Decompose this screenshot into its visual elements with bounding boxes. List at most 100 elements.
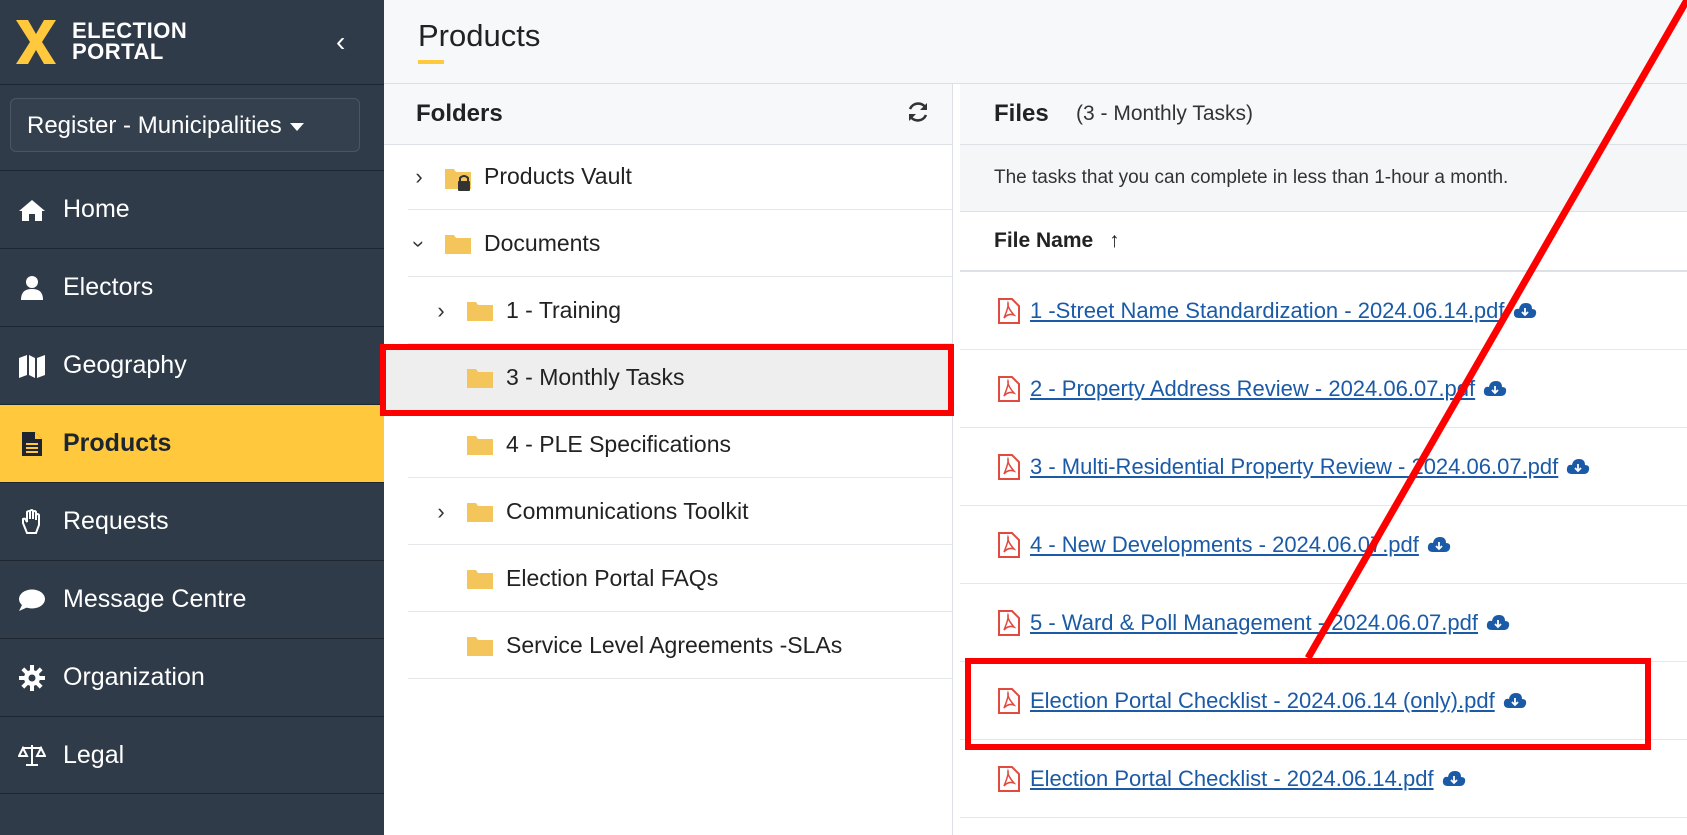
cloud-download-icon[interactable]	[1442, 770, 1466, 788]
brand-name: ELECTION PORTAL	[72, 18, 188, 64]
column-label: File Name	[994, 229, 1094, 252]
folder-item-communications-toolkit[interactable]: › Communications Toolkit	[408, 479, 952, 545]
cloud-download-icon[interactable]	[1486, 614, 1510, 632]
nav-label-geography: Geography	[63, 351, 187, 379]
nav-item-electors[interactable]: Electors	[0, 248, 384, 326]
app-window: ELECTION PORTAL ‹ Register - Municipalit…	[0, 0, 1687, 835]
hand-icon	[16, 508, 48, 536]
folder-icon	[444, 233, 472, 255]
file-link[interactable]: 3 - Multi-Residential Property Review - …	[1030, 454, 1558, 480]
file-link[interactable]: 1 -Street Name Standardization - 2024.06…	[1030, 298, 1505, 324]
folder-icon	[466, 501, 494, 523]
files-pane: Files (3 - Monthly Tasks) The tasks that…	[960, 84, 1687, 835]
chevron-right-icon[interactable]: ›	[408, 164, 430, 190]
pdf-icon	[998, 687, 1020, 714]
document-icon	[16, 430, 48, 458]
nav-label-message-centre: Message Centre	[63, 585, 247, 613]
folder-item-slas[interactable]: Service Level Agreements -SLAs	[408, 613, 952, 679]
files-subheading: (3 - Monthly Tasks)	[1076, 102, 1253, 125]
folder-label-products-vault: Products Vault	[484, 163, 632, 189]
folder-item-training[interactable]: › 1 - Training	[408, 278, 952, 344]
chevron-right-icon[interactable]: ›	[430, 298, 452, 324]
nav-item-message-centre[interactable]: Message Centre	[0, 560, 384, 638]
file-link[interactable]: 4 - New Developments - 2024.06.07.pdf	[1030, 532, 1419, 558]
title-underline	[418, 60, 444, 64]
file-row: 4 - New Developments - 2024.06.07.pdf	[960, 506, 1687, 584]
folder-item-products-vault[interactable]: › Products Vault	[408, 144, 952, 210]
chevron-down-icon[interactable]: ›	[406, 233, 432, 255]
folder-item-documents[interactable]: › Documents	[406, 211, 952, 277]
column-header-file-name[interactable]: File Name ↑	[960, 212, 1687, 272]
locked-folder-icon	[444, 166, 472, 191]
folder-label-documents: Documents	[484, 230, 601, 256]
file-row: Election Portal Checklist - 2024.06.14 (…	[960, 662, 1687, 740]
file-link[interactable]: Election Portal Checklist - 2024.06.14.p…	[1030, 766, 1434, 792]
home-icon	[16, 196, 48, 224]
folder-icon	[466, 434, 494, 456]
file-row: 1 -Street Name Standardization - 2024.06…	[960, 272, 1687, 350]
nav-item-legal[interactable]: Legal	[0, 716, 384, 794]
gear-icon	[16, 664, 48, 692]
map-icon	[16, 352, 48, 380]
folder-label-training: 1 - Training	[506, 297, 622, 323]
user-icon	[16, 274, 48, 302]
main-nav: Home Electors Geography Products Request…	[0, 170, 384, 794]
folder-description: The tasks that you can complete in less …	[960, 145, 1687, 212]
folder-item-monthly-tasks[interactable]: 3 - Monthly Tasks	[384, 345, 952, 411]
cloud-download-icon[interactable]	[1483, 380, 1507, 398]
page-header: Products	[384, 0, 1687, 84]
nav-label-organization: Organization	[63, 663, 205, 691]
sort-ascending-icon: ↑	[1109, 229, 1120, 252]
register-select[interactable]: Register - Municipalities	[10, 98, 360, 152]
folders-pane: Folders › Products Vault › Documents › 1…	[384, 84, 953, 835]
folder-item-ple-specifications[interactable]: 4 - PLE Specifications	[408, 412, 952, 478]
page-title: Products	[418, 18, 541, 53]
caret-down-icon	[289, 122, 304, 131]
file-link[interactable]: 5 - Ward & Poll Management - 2024.06.07.…	[1030, 610, 1478, 636]
brand-logo[interactable]: ELECTION PORTAL ‹	[0, 0, 384, 85]
folder-icon	[466, 300, 494, 322]
folder-label-monthly-tasks: 3 - Monthly Tasks	[506, 364, 685, 390]
x-logo-icon	[16, 20, 56, 64]
folders-heading: Folders	[416, 100, 503, 127]
cloud-download-icon[interactable]	[1503, 692, 1527, 710]
sidebar: ELECTION PORTAL ‹ Register - Municipalit…	[0, 0, 384, 835]
nav-item-organization[interactable]: Organization	[0, 638, 384, 716]
nav-label-home: Home	[63, 195, 130, 223]
nav-item-requests[interactable]: Requests	[0, 482, 384, 560]
folder-icon	[466, 635, 494, 657]
refresh-icon[interactable]	[906, 100, 930, 124]
main-content: Products Folders › Products Vault › Docu…	[384, 0, 1687, 835]
file-link[interactable]: 2 - Property Address Review - 2024.06.07…	[1030, 376, 1475, 402]
brand-line-2: PORTAL	[72, 39, 164, 64]
collapse-sidebar-icon[interactable]: ‹	[336, 26, 345, 58]
file-link[interactable]: Election Portal Checklist - 2024.06.14 (…	[1030, 688, 1495, 714]
scale-icon	[16, 741, 48, 769]
nav-label-electors: Electors	[63, 273, 154, 301]
cloud-download-icon[interactable]	[1566, 458, 1590, 476]
brand-line-1: ELECTION	[72, 18, 188, 43]
file-row: 3 - Multi-Residential Property Review - …	[960, 428, 1687, 506]
cloud-download-icon[interactable]	[1513, 302, 1537, 320]
cloud-download-icon[interactable]	[1427, 536, 1451, 554]
pdf-icon	[998, 453, 1020, 480]
folder-label-ple-specifications: 4 - PLE Specifications	[506, 431, 732, 457]
files-header: Files (3 - Monthly Tasks)	[960, 84, 1687, 145]
nav-item-home[interactable]: Home	[0, 170, 384, 248]
nav-label-products: Products	[63, 429, 172, 457]
pdf-icon	[998, 531, 1020, 558]
nav-item-products[interactable]: Products	[0, 404, 384, 482]
pdf-icon	[998, 765, 1020, 792]
folder-label-communications-toolkit: Communications Toolkit	[506, 498, 749, 524]
pdf-icon	[998, 609, 1020, 636]
folders-header: Folders	[384, 84, 952, 145]
folder-icon	[466, 568, 494, 590]
file-row: 5 - Ward & Poll Management - 2024.06.07.…	[960, 584, 1687, 662]
nav-label-requests: Requests	[63, 507, 169, 535]
nav-item-geography[interactable]: Geography	[0, 326, 384, 404]
file-row: 2 - Property Address Review - 2024.06.07…	[960, 350, 1687, 428]
pdf-icon	[998, 375, 1020, 402]
chevron-right-icon[interactable]: ›	[430, 499, 452, 525]
folder-item-election-portal-faqs[interactable]: Election Portal FAQs	[408, 546, 952, 612]
files-heading: Files	[994, 100, 1049, 127]
